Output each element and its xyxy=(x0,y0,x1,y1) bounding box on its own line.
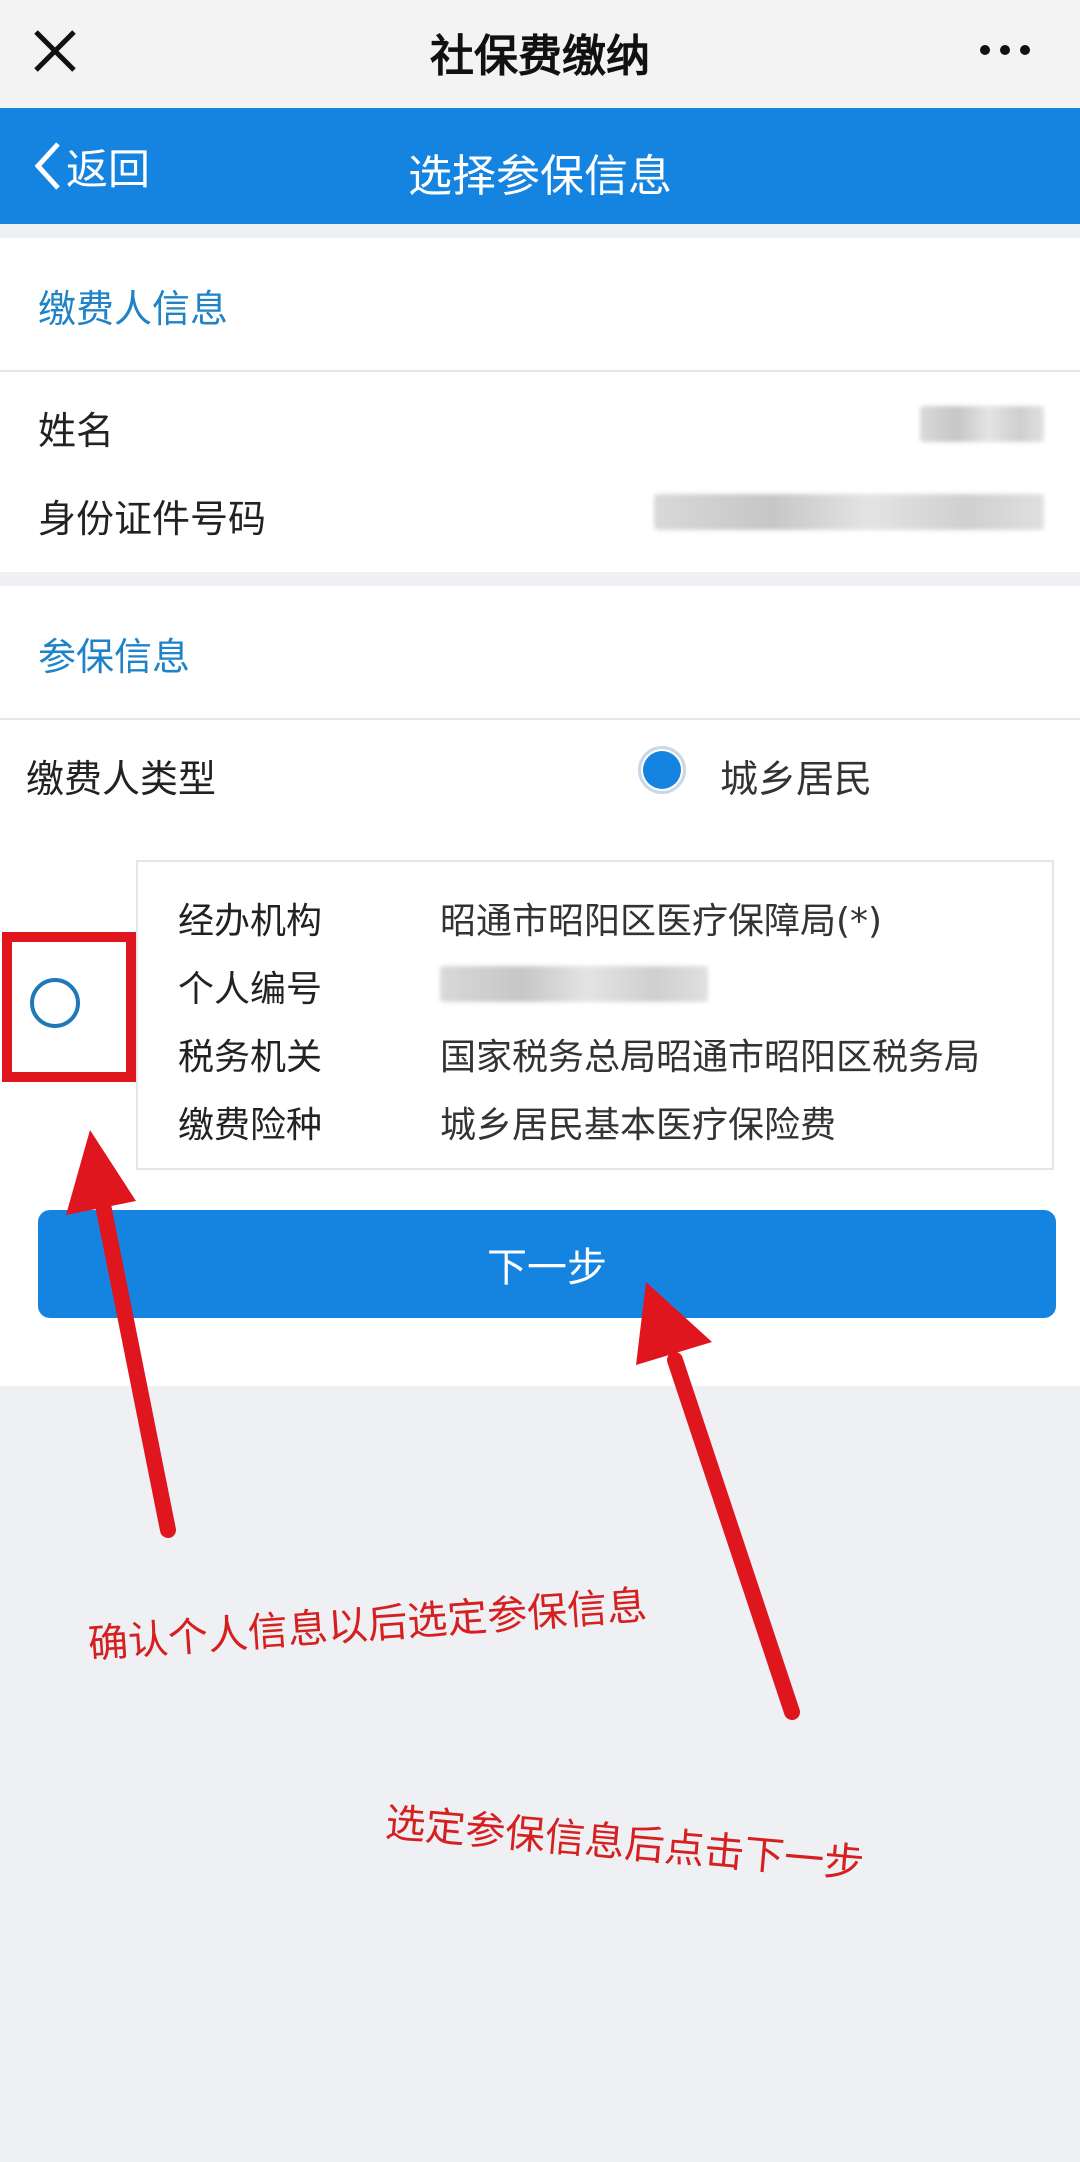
annotation-text-select-info: 确认个人信息以后选定参保信息 xyxy=(86,1582,649,1668)
id-number-value-redacted xyxy=(654,494,1044,530)
section-header-insured: 参保信息 xyxy=(38,635,191,679)
divider xyxy=(0,370,1080,372)
payer-type-option-label: 城乡居民 xyxy=(720,757,873,801)
insurance-record-card[interactable]: 经办机构 昭通市昭阳区医疗保障局(*) 个人编号 税务机关 国家税务总局昭通市昭… xyxy=(136,860,1054,1170)
divider xyxy=(0,718,1080,720)
record-key-insurance-type: 缴费险种 xyxy=(178,1105,323,1146)
annotation-text-click-next: 选定参保信息后点击下一步 xyxy=(383,1800,866,1888)
next-step-button[interactable]: 下一步 xyxy=(38,1210,1056,1318)
annotation-arrow-right xyxy=(667,1352,800,1720)
id-number-label: 身份证件号码 xyxy=(38,497,267,541)
next-step-label: 下一步 xyxy=(487,1245,607,1291)
name-value-redacted xyxy=(920,406,1044,442)
page-title: 选择参保信息 xyxy=(408,151,672,202)
annotation-highlight-box xyxy=(2,932,136,1082)
record-key-tax-office: 税务机关 xyxy=(178,1037,323,1078)
window-title: 社保费缴纳 xyxy=(430,31,650,82)
section-header-payer: 缴费人信息 xyxy=(38,287,229,331)
record-value-insurance-type: 城乡居民基本医疗保险费 xyxy=(440,1105,837,1146)
radio-dot xyxy=(643,751,681,789)
record-key-personal-id: 个人编号 xyxy=(178,969,323,1010)
top-bar: 社保费缴纳 xyxy=(0,0,1080,109)
payer-type-label: 缴费人类型 xyxy=(26,757,217,801)
payer-type-radio-selected[interactable] xyxy=(638,746,686,794)
more-options-icon[interactable] xyxy=(975,30,1035,70)
personal-id-value-redacted xyxy=(440,966,708,1002)
record-value-agency: 昭通市昭阳区医疗保障局(*) xyxy=(440,901,883,942)
record-key-agency: 经办机构 xyxy=(178,901,323,942)
record-value-tax-office: 国家税务总局昭通市昭阳区税务局 xyxy=(440,1037,981,1078)
payer-info-panel: 缴费人信息 姓名 身份证件号码 xyxy=(0,238,1080,572)
name-label: 姓名 xyxy=(38,409,115,453)
nav-bar: 返回 选择参保信息 xyxy=(0,108,1080,224)
